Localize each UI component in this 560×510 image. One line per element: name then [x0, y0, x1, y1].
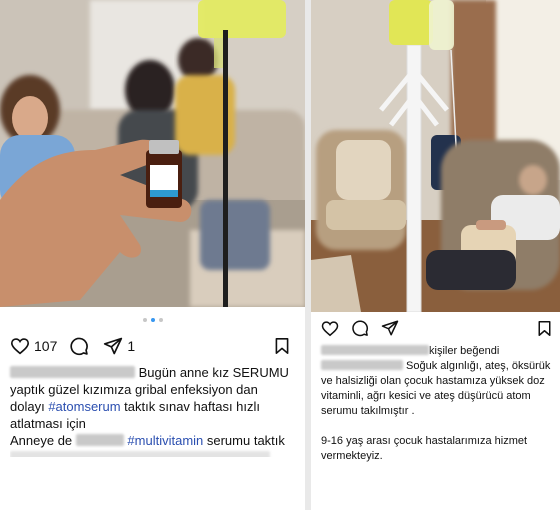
username-redacted	[10, 366, 135, 378]
action-bar	[321, 319, 399, 337]
caption-line: Bugün anne kız SERUMU	[138, 365, 289, 380]
photo-child-iv	[311, 0, 560, 312]
username-redacted	[321, 360, 403, 370]
comment-icon[interactable]	[69, 336, 89, 356]
carousel-dot	[143, 318, 147, 322]
caption-line: vitaminli, ağrı kesici ve ateş düşürücü …	[321, 390, 531, 402]
bookmark-icon[interactable]	[274, 337, 290, 355]
hashtag-link[interactable]: #atomserum	[48, 399, 120, 414]
comment-icon[interactable]	[351, 319, 369, 337]
redacted-text	[10, 451, 270, 457]
bookmark-icon[interactable]	[537, 320, 552, 337]
caption-line: serumu takılmıştır .	[321, 405, 415, 417]
post-photo-right[interactable]	[311, 0, 560, 312]
carousel-dot-active	[151, 318, 155, 322]
post-photo-left[interactable]	[0, 0, 305, 307]
caption-line: yaptık güzel kızımıza gribal enfeksiyon …	[10, 382, 258, 397]
heart-icon[interactable]	[10, 337, 30, 355]
name-redacted	[75, 434, 124, 446]
caption-line: 9-16 yaş arası çocuk hastalarımıza hizme…	[321, 435, 528, 447]
post-caption: kişiler beğendi Soğuk algınlığı, ateş, ö…	[321, 344, 557, 464]
caption-text: dolayı	[10, 399, 49, 414]
share-icon[interactable]	[103, 336, 123, 356]
shares-count: 1	[127, 338, 136, 354]
cut-off-line	[10, 449, 302, 457]
liked-by-text[interactable]: kişiler beğendi	[429, 345, 499, 357]
right-post: kişiler beğendi Soğuk algınlığı, ateş, ö…	[311, 0, 560, 510]
hashtag-link[interactable]: #multivitamin	[127, 433, 203, 448]
left-post: 107 1 Bugün anne kız SERUMU yaptık güzel…	[0, 0, 305, 510]
caption-text: Soğuk algınlığı, ateş, öksürük	[403, 360, 551, 372]
caption-text: taktık sınav haftası hızlı	[120, 399, 261, 414]
post-caption: Bugün anne kız SERUMU yaptık güzel kızım…	[10, 364, 302, 457]
caption-text: Anneye de	[10, 433, 76, 448]
caption-line: ve halsizliği olan çocuk hastamıza yükse…	[321, 375, 545, 387]
liked-by-redacted	[321, 345, 429, 355]
carousel-dot	[159, 318, 163, 322]
caption-line: vermekteyiz.	[321, 450, 383, 462]
share-icon[interactable]	[381, 319, 399, 337]
likes-count: 107	[34, 338, 58, 354]
action-bar: 107 1	[10, 336, 135, 356]
caption-text: serumu taktık	[203, 433, 285, 448]
caption-line: atlatması için	[10, 416, 86, 431]
photo-living-room-iv	[0, 0, 305, 307]
carousel-indicator	[143, 318, 163, 324]
heart-icon[interactable]	[321, 320, 339, 337]
